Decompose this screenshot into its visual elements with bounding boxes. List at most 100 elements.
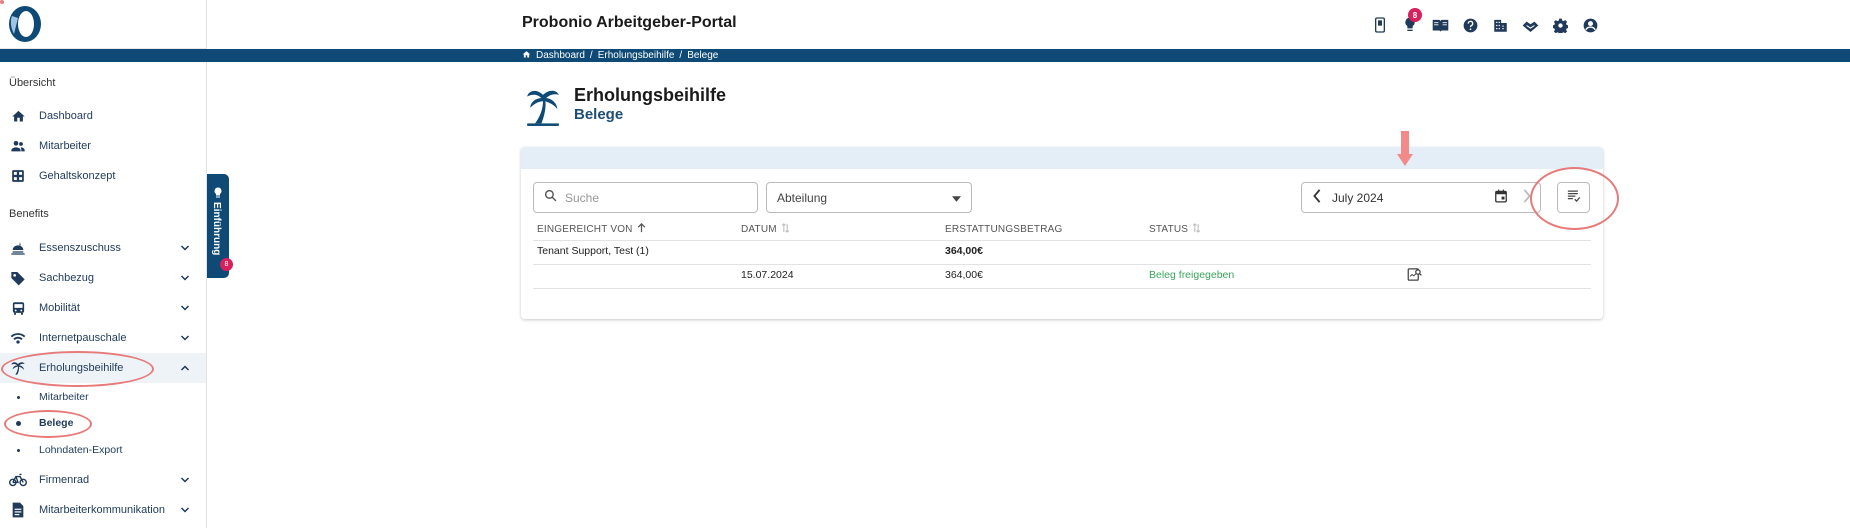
intro-tab[interactable]: Einführung 8 [207,174,233,278]
row-amount: 364,00€ [945,269,983,281]
handshake-icon[interactable] [1519,15,1541,35]
annotation-ellipse-sidebar-belege [4,410,92,438]
search-input[interactable] [565,190,735,205]
sort-icon [1192,223,1201,236]
account-icon[interactable] [1579,15,1601,35]
chevron-down-icon[interactable] [178,272,192,284]
sidebar-item-label: Mobilität [39,302,80,314]
department-select-label: Abteilung [777,190,828,205]
palm-tree-icon [524,84,562,133]
search-field[interactable] [533,182,758,213]
chevron-down-icon[interactable] [178,302,192,314]
header-icon-bar: 8 [1369,8,1601,35]
gear-icon[interactable] [1549,15,1571,35]
mobile-icon[interactable] [1369,15,1391,35]
annotation-ellipse-export-button [1530,167,1619,230]
column-header-label: EINGEREICHT VON [537,224,633,235]
sort-icon [781,223,790,236]
page-title: Erholungsbeihilfe [574,85,727,105]
sidebar-item-internetpauschale[interactable]: Internetpauschale [0,323,206,353]
column-header-status[interactable]: STATUS [1149,222,1201,237]
column-header-date[interactable]: DATUM [741,222,790,237]
sidebar-section-benefits: Benefits [9,208,49,220]
wifi-icon [9,329,27,347]
sidebar-item-label: Dashboard [39,110,93,122]
status-badge: Beleg freigegeben [1149,269,1235,281]
chevron-down-icon[interactable] [178,242,192,254]
sidebar-item-gehaltskonzept[interactable]: Gehaltskonzept [0,161,206,191]
card-header-band [521,147,1603,169]
breadcrumb-erholungsbeihilfe[interactable]: Erholungsbeihilfe [598,50,675,61]
chevron-up-icon[interactable] [178,362,192,374]
sidebar-item-mitarbeiter[interactable]: Mitarbeiter [0,131,206,161]
breadcrumb-bar: Dashboard / Erholungsbeihilfe / Belege [0,49,1850,62]
annotation-arrow-head [1397,154,1413,166]
sidebar-section-overview: Übersicht [9,77,56,89]
sidebar-subitem-label: Mitarbeiter [39,391,89,403]
sidebar-item-mobilitaet[interactable]: Mobilität [0,293,206,323]
book-icon[interactable] [1429,15,1451,35]
chevron-down-icon[interactable] [178,504,192,516]
bullet-icon [17,448,20,452]
search-icon [544,189,557,207]
sidebar-item-label: Firmenrad [39,474,90,486]
sort-ascending-icon [637,222,646,236]
column-header-label: DATUM [741,224,777,235]
probonio-logo-icon [9,6,41,42]
annotation-ellipse-sidebar-erholungsbeihilfe [1,351,154,387]
home-icon [522,50,531,62]
column-header-submitted-by[interactable]: EINGEREICHT VON [537,222,646,237]
breadcrumb-separator: / [589,50,593,61]
chevron-left-icon[interactable] [1312,189,1322,206]
receipts-card: Abteilung July 2024 EINGEREICHT VON DATU… [521,147,1603,319]
sidebar-item-firmenrad[interactable]: Firmenrad [0,465,206,495]
bike-icon [9,471,27,489]
column-header-label: ERSTATTUNGSBETRAG [945,224,1063,235]
sidebar-item-label: Sachbezug [39,272,95,284]
grid-icon [9,167,27,185]
help-icon[interactable] [1459,15,1481,35]
chevron-down-icon[interactable] [178,474,192,486]
sidebar-item-dashboard[interactable]: Dashboard [0,101,206,131]
group-total-amount: 364,00€ [945,245,983,257]
sidebar-item-sachbezug[interactable]: Sachbezug [0,263,206,293]
logo[interactable] [0,0,206,49]
department-select[interactable]: Abteilung [766,182,972,213]
sidebar-subitem-lohndaten-export[interactable]: Lohndaten-Export [0,439,206,461]
sidebar-item-mitarbeiterkommunikation[interactable]: Mitarbeiterkommunikation [0,495,206,525]
page-heading: Erholungsbeihilfe Belege [524,84,726,133]
sidebar-item-essenszuschuss[interactable]: Essenszuschuss [0,233,206,263]
top-header: Probonio Arbeitgeber-Portal 8 [207,0,1850,49]
sidebar-subitem-mitarbeiter[interactable]: Mitarbeiter [0,386,206,408]
sidebar: Übersicht Dashboard Mitarbeiter Gehaltsk… [0,0,207,528]
breadcrumb: Dashboard / Erholungsbeihilfe / Belege [522,49,718,62]
building-icon[interactable] [1489,15,1511,35]
document-icon [9,501,27,519]
chevron-down-icon[interactable] [178,332,192,344]
sidebar-subitem-label: Lohndaten-Export [39,444,123,456]
lightbulb-icon[interactable]: 8 [1399,8,1422,35]
page-subtitle: Belege [574,106,624,123]
month-picker[interactable]: July 2024 [1301,182,1541,213]
app-title: Probonio Arbeitgeber-Portal [522,14,737,31]
row-date: 15.07.2024 [741,269,794,281]
breadcrumb-separator: / [679,50,683,61]
breadcrumb-dashboard[interactable]: Dashboard [536,50,585,61]
notification-badge: 8 [1408,8,1422,22]
tag-icon [9,269,27,287]
sidebar-item-label: Internetpauschale [39,332,127,344]
home-icon [9,107,27,125]
annotation-arrow [1401,131,1409,155]
group-employee-name: Tenant Support, Test (1) [537,245,649,257]
intro-tab-label: Einführung [211,202,222,256]
bus-icon [9,299,27,317]
calendar-icon[interactable] [1494,189,1508,206]
breadcrumb-belege: Belege [687,50,719,61]
view-receipt-icon[interactable] [1407,267,1422,281]
sidebar-item-label: Mitarbeiterkommunikation [39,504,165,516]
food-icon [9,239,27,257]
bullet-icon [17,395,20,399]
sidebar-item-label: Mitarbeiter [39,140,91,152]
table-divider [533,288,1591,289]
annotation-ellipse [0,0,4,4]
